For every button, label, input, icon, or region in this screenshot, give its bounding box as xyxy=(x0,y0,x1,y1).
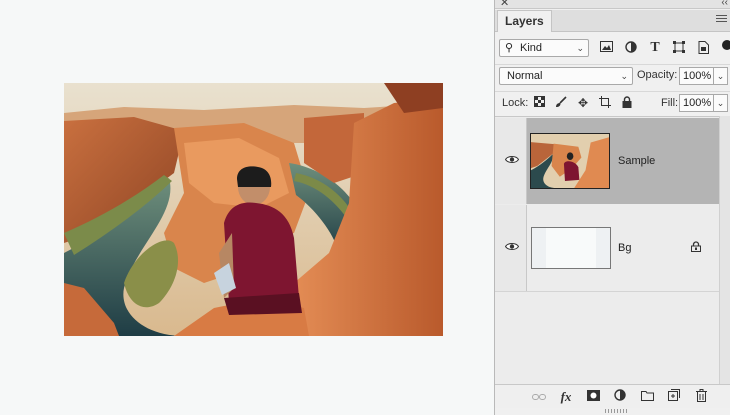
opacity-label: Opacity: xyxy=(637,69,678,81)
chevron-down-icon: ⌄ xyxy=(620,71,628,81)
layer-thumbnail-sample xyxy=(530,133,610,189)
layers-panel: ✕ ‹‹ Layers ⚲ Kind ⌄ T Normal ⌄ Opacity:… xyxy=(494,0,730,415)
fill-dropdown[interactable]: ⌄ xyxy=(714,94,728,112)
kind-filter-label: Kind xyxy=(520,42,543,54)
shape-filter-icon[interactable] xyxy=(672,41,686,55)
visibility-column xyxy=(495,205,527,291)
eye-icon[interactable] xyxy=(505,242,519,251)
tab-layers[interactable]: Layers xyxy=(497,10,552,32)
new-group-icon[interactable] xyxy=(639,389,655,405)
blend-mode-select[interactable]: Normal ⌄ xyxy=(499,67,633,85)
blend-mode-value: Normal xyxy=(507,70,543,82)
smart-object-filter-icon[interactable] xyxy=(696,41,710,55)
canyon-photo[interactable] xyxy=(64,83,443,336)
layers-bottom-bar: fx xyxy=(495,384,730,408)
close-icon[interactable]: ✕ xyxy=(500,0,509,9)
filter-row: ⚲ Kind ⌄ T xyxy=(495,36,730,60)
layers-scrollbar[interactable] xyxy=(719,116,730,384)
adjustment-filter-icon[interactable] xyxy=(624,41,638,55)
kind-filter-select[interactable]: ⚲ Kind ⌄ xyxy=(499,39,589,57)
visibility-column xyxy=(495,118,527,204)
layer-row-bg[interactable]: Bg xyxy=(495,205,719,292)
link-layers-icon[interactable] xyxy=(531,389,547,405)
opacity-dropdown[interactable]: ⌄ xyxy=(714,67,728,85)
hamburger-menu-icon[interactable] xyxy=(716,15,727,24)
lock-image-pixels-icon[interactable] xyxy=(554,96,568,110)
blend-row: Normal ⌄ Opacity: 100% ⌄ xyxy=(495,64,730,87)
type-filter-icon[interactable]: T xyxy=(648,41,662,55)
lock-all-icon[interactable] xyxy=(620,96,634,110)
filter-toggle-icon[interactable] xyxy=(722,40,730,50)
fx-icon[interactable]: fx xyxy=(558,389,574,405)
layer-thumbnail-bg xyxy=(531,227,611,269)
panel-title-bar: ✕ ‹‹ xyxy=(495,0,730,9)
delete-layer-icon[interactable] xyxy=(693,389,709,405)
fill-label: Fill: xyxy=(661,97,679,109)
resize-grip[interactable] xyxy=(605,409,627,413)
lock-position-icon[interactable]: ✥ xyxy=(576,96,590,110)
new-layer-icon[interactable] xyxy=(666,389,682,405)
image-filter-icon[interactable] xyxy=(599,41,613,55)
layers-list: Sample Bg xyxy=(495,116,719,385)
lock-row: Lock: ✥ Fill: 100% ⌄ xyxy=(495,91,730,114)
adjustment-layer-icon[interactable] xyxy=(612,389,628,405)
panel-tab-bar: Layers xyxy=(495,10,730,32)
opacity-field[interactable]: 100% xyxy=(679,67,714,85)
layer-name-bg[interactable]: Bg xyxy=(618,242,631,254)
lock-artboard-icon[interactable] xyxy=(598,96,612,110)
document-canvas[interactable] xyxy=(0,0,494,415)
fill-field[interactable]: 100% xyxy=(679,94,714,112)
add-mask-icon[interactable] xyxy=(585,389,601,405)
chevron-down-icon: ⌄ xyxy=(576,43,584,53)
lock-label: Lock: xyxy=(502,97,529,109)
layer-name-sample[interactable]: Sample xyxy=(618,155,655,167)
search-icon: ⚲ xyxy=(505,42,514,54)
eye-icon[interactable] xyxy=(505,155,519,164)
double-chevron-icon[interactable]: ‹‹ xyxy=(721,0,728,9)
layer-row-sample[interactable]: Sample xyxy=(495,118,719,204)
lock-icon[interactable] xyxy=(691,241,701,255)
lock-transparent-pixels-icon[interactable] xyxy=(532,96,546,110)
canyon-photo-art xyxy=(64,83,443,336)
